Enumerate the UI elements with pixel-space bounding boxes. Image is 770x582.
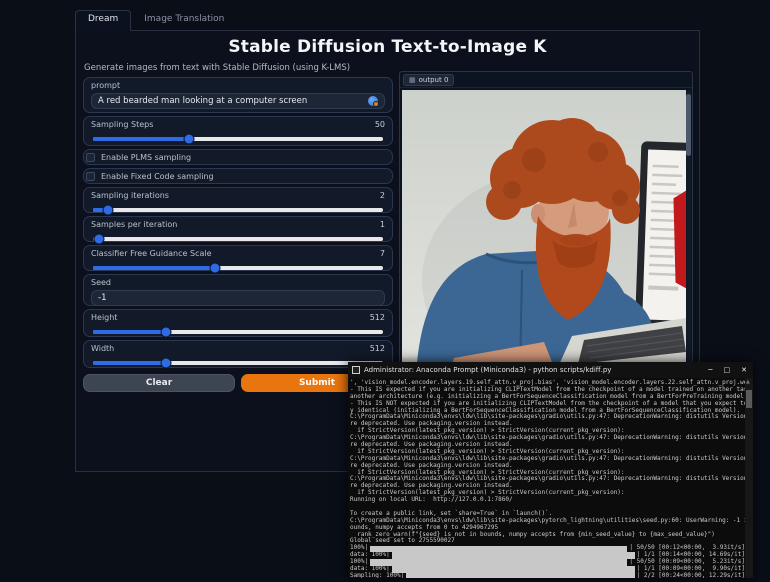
seed-group: Seed -1 (83, 274, 393, 306)
slider-handle[interactable] (94, 235, 103, 244)
cfg-slider[interactable] (93, 266, 383, 270)
terminal-title: Administrator: Anaconda Prompt (Minicond… (364, 366, 708, 374)
samples-value: 1 (380, 220, 385, 229)
prompt-group: prompt A red bearded man looking at a co… (83, 77, 393, 113)
terminal-titlebar[interactable]: Administrator: Anaconda Prompt (Minicond… (348, 362, 753, 378)
output-scrollbar-thumb[interactable] (686, 94, 691, 156)
progress-bar (392, 552, 635, 559)
height-slider[interactable] (93, 330, 383, 334)
progress-bar (370, 546, 627, 553)
iterations-slider[interactable] (93, 208, 383, 212)
clear-button[interactable]: Clear (83, 374, 235, 392)
terminal-log-lines: ', 'vision_model.encoder.layers.19.self_… (350, 380, 745, 545)
plms-checkbox[interactable] (86, 153, 95, 162)
terminal-progress-lines: 100%| | 50/50 [00:12<00:00, 3.93it/s] da… (350, 545, 745, 578)
samples-label: Samples per iteration (91, 220, 177, 229)
sampling-steps-slider[interactable] (93, 137, 383, 141)
seed-value: -1 (98, 293, 106, 303)
cfg-label: Classifier Free Guidance Scale (91, 249, 212, 258)
sampling-steps-label: Sampling Steps (91, 120, 153, 129)
sampling-steps-group: Sampling Steps 50 (83, 116, 393, 146)
terminal-scrollbar[interactable]: ▲ (745, 378, 753, 578)
progress-label: Sampling: 100%| (350, 573, 404, 578)
output-tab-label: output 0 (419, 76, 449, 84)
terminal-window: Administrator: Anaconda Prompt (Minicond… (348, 362, 753, 578)
output-tab[interactable]: ▦ output 0 (403, 74, 454, 86)
fixed-code-checkbox-row: Enable Fixed Code sampling (83, 168, 393, 184)
progress-stats: | 2/2 [00:24<00:00, 12.29s/it] (637, 573, 745, 578)
terminal-scrollbar-thumb[interactable] (746, 390, 752, 408)
slider-handle[interactable] (184, 135, 193, 144)
form-panel: prompt A red bearded man looking at a co… (83, 77, 393, 392)
slider-fill (93, 266, 215, 270)
prompt-input[interactable]: A red bearded man looking at a computer … (91, 93, 385, 109)
prompt-value: A red bearded man looking at a computer … (98, 96, 307, 106)
sampling-steps-value: 50 (375, 120, 385, 129)
samples-group: Samples per iteration 1 (83, 216, 393, 242)
progress-line: Sampling: 100%| | 2/2 [00:24<00:00, 12.2… (350, 573, 745, 578)
page-title: Stable Diffusion Text-to-Image K (76, 37, 699, 57)
minimize-button[interactable]: ─ (708, 367, 712, 374)
slider-handle[interactable] (161, 359, 170, 368)
plms-checkbox-row: Enable PLMS sampling (83, 149, 393, 165)
fixed-code-checkbox[interactable] (86, 172, 95, 181)
tab-dream[interactable]: Dream (75, 10, 131, 30)
slider-fill (93, 330, 166, 334)
tab-bar: Dream Image Translation (75, 10, 700, 30)
height-group: Height 512 (83, 309, 393, 337)
fixed-code-label: Enable Fixed Code sampling (101, 172, 214, 181)
slider-handle[interactable] (161, 328, 170, 337)
width-value: 512 (370, 344, 385, 353)
tab-image-translation[interactable]: Image Translation (131, 10, 237, 30)
scroll-up-icon[interactable]: ▲ (746, 379, 750, 385)
height-label: Height (91, 313, 117, 322)
samples-slider[interactable] (93, 237, 383, 241)
cfg-group: Classifier Free Guidance Scale 7 (83, 245, 393, 271)
cfg-value: 7 (380, 249, 385, 258)
iterations-group: Sampling iterations 2 (83, 187, 393, 213)
progress-bar (406, 573, 634, 578)
prompt-label: prompt (91, 81, 385, 90)
close-button[interactable]: ✕ (741, 367, 747, 374)
iterations-value: 2 (380, 191, 385, 200)
translate-badge-icon[interactable] (368, 96, 378, 106)
progress-bar (392, 566, 635, 573)
slider-handle[interactable] (210, 264, 219, 273)
height-value: 512 (370, 313, 385, 322)
width-group: Width 512 (83, 340, 393, 368)
slider-fill (93, 137, 189, 141)
terminal-line: Running on local URL: http://127.0.0.1:7… (350, 497, 745, 504)
seed-input[interactable]: -1 (91, 290, 385, 306)
progress-bar (370, 559, 627, 566)
terminal-icon (352, 366, 360, 374)
slider-fill (93, 361, 166, 365)
iterations-label: Sampling iterations (91, 191, 169, 200)
width-label: Width (91, 344, 114, 353)
plms-label: Enable PLMS sampling (101, 153, 191, 162)
slider-handle[interactable] (103, 206, 112, 215)
generated-image[interactable] (402, 90, 686, 376)
terminal-output: ', 'vision_model.encoder.layers.19.self_… (348, 378, 745, 578)
maximize-button[interactable]: □ (724, 367, 731, 374)
output-tab-row: ▦ output 0 (400, 72, 692, 88)
width-slider[interactable] (93, 361, 383, 365)
page-subtitle: Generate images from text with Stable Di… (84, 63, 350, 73)
seed-label: Seed (91, 278, 385, 287)
gallery-grid-icon: ▦ (409, 76, 416, 84)
